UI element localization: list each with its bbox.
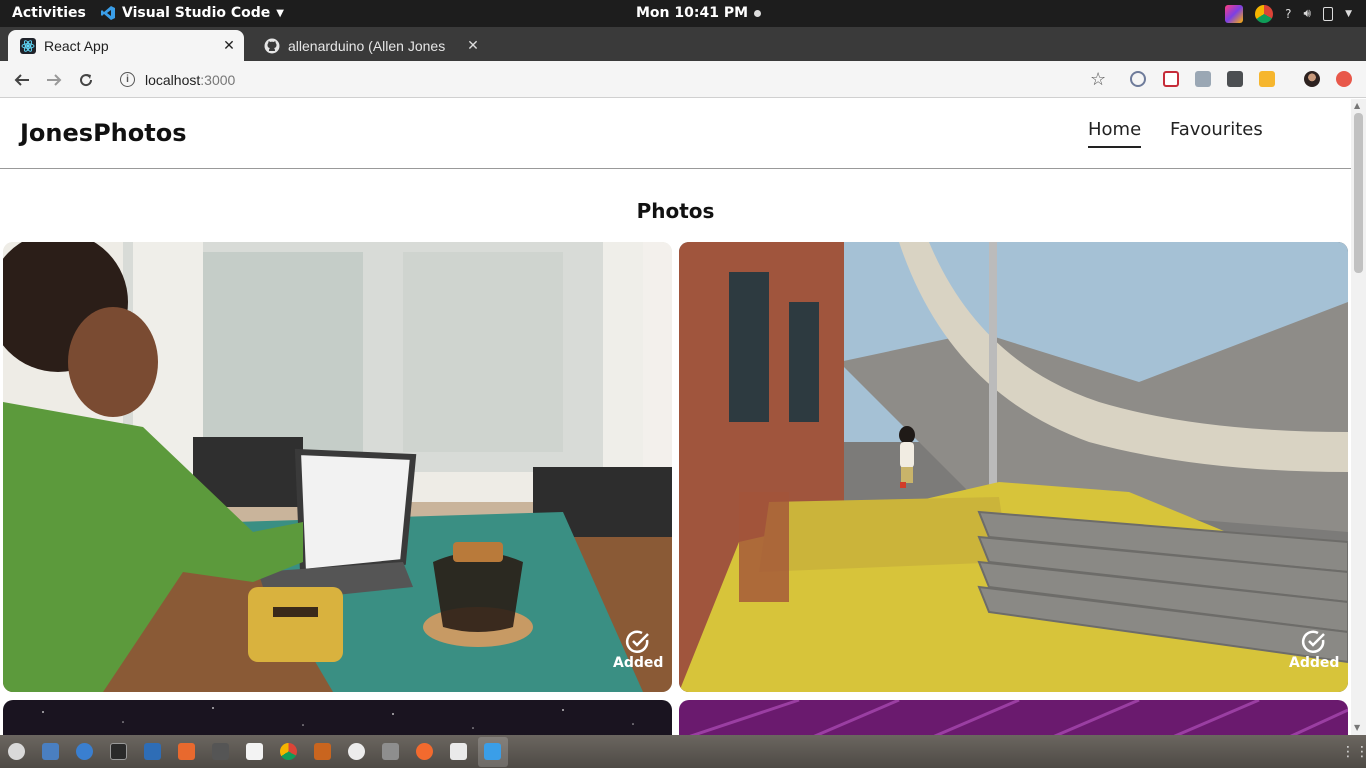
github-icon xyxy=(264,38,280,53)
jetbrains-toolbox-icon[interactable] xyxy=(1225,4,1244,23)
app-grid-icon[interactable]: ⋮⋮ xyxy=(1341,744,1366,760)
window-manager-icon[interactable] xyxy=(450,743,467,760)
clock-label: Mon 10:41 PM xyxy=(636,5,749,21)
taskbar xyxy=(0,735,1366,768)
bookmark-star-icon[interactable]: ☆ xyxy=(1090,69,1106,90)
software-center-icon[interactable] xyxy=(178,743,195,760)
chevron-down-icon[interactable]: ▼ xyxy=(1345,9,1352,19)
section-title: Photos xyxy=(636,199,715,223)
photo-woman-laptop xyxy=(3,242,672,692)
scrollbar-thumb[interactable] xyxy=(1354,113,1363,273)
system-tray: ? 🔊︎ ▼ xyxy=(1225,3,1352,24)
photo-card[interactable]: Added xyxy=(679,242,1348,692)
close-tab-icon[interactable]: ✕ xyxy=(220,37,238,54)
site-logo[interactable]: JonesPhotos xyxy=(20,119,186,147)
tab-react-app[interactable]: React App ✕ xyxy=(8,30,244,61)
nav-home-link[interactable]: Home xyxy=(1088,119,1142,148)
chrome-icon[interactable] xyxy=(280,743,297,760)
reload-icon xyxy=(80,74,93,87)
photo-card[interactable]: Added xyxy=(3,242,672,692)
update-icon[interactable] xyxy=(1336,71,1352,87)
volume-icon[interactable]: 🔊︎ xyxy=(1304,6,1312,21)
scroll-up-icon[interactable]: ▲ xyxy=(1354,101,1360,110)
help-app-icon[interactable] xyxy=(76,743,93,760)
added-label: Added xyxy=(1289,655,1340,671)
chevron-down-icon: ▼ xyxy=(276,7,284,19)
postman-icon[interactable] xyxy=(416,743,433,760)
url-port: :3000 xyxy=(200,71,236,88)
system-top-bar: Activities Visual Studio Code ▼ Mon 10:4… xyxy=(0,0,1366,27)
video-editor-icon[interactable] xyxy=(212,743,229,760)
activities-button[interactable]: Activities xyxy=(12,5,86,21)
info-icon[interactable]: i xyxy=(120,72,135,87)
close-tab-icon[interactable]: ✕ xyxy=(464,37,482,54)
profile-avatar[interactable] xyxy=(1304,71,1320,87)
page-scrollbar[interactable]: ▲ ▼ xyxy=(1351,99,1366,735)
photo-card[interactable] xyxy=(679,700,1348,735)
app-menu-label: Visual Studio Code xyxy=(122,5,271,21)
files-icon[interactable] xyxy=(144,743,161,760)
terminal-icon[interactable] xyxy=(110,743,127,760)
arrow-right-icon xyxy=(47,74,62,86)
extension-web-icon[interactable] xyxy=(1130,71,1146,87)
tab-github[interactable]: allenarduino (Allen Jones ✕ xyxy=(252,30,488,61)
nav-favourites-link[interactable]: Favourites xyxy=(1170,119,1263,140)
browser-tab-strip: React App ✕ allenarduino (Allen Jones ✕ … xyxy=(0,27,1366,80)
battery-icon[interactable] xyxy=(1323,6,1334,21)
reload-button[interactable] xyxy=(74,68,98,92)
archive-icon[interactable] xyxy=(314,743,331,760)
photo-night-sky xyxy=(3,700,672,735)
system-monitor-icon[interactable] xyxy=(8,743,25,760)
site-header: JonesPhotos Home Favourites xyxy=(0,99,1351,169)
extension-shield-icon[interactable] xyxy=(1163,71,1179,87)
amazon-icon[interactable] xyxy=(246,743,263,760)
photo-staircase-slide xyxy=(679,242,1348,692)
react-icon xyxy=(20,37,36,54)
text-editor-icon[interactable] xyxy=(42,743,59,760)
added-badge[interactable]: Added xyxy=(1289,629,1339,671)
vscode-taskbar-icon[interactable] xyxy=(484,743,501,760)
added-label: Added xyxy=(613,655,664,671)
photo-purple-lines xyxy=(679,700,1348,735)
check-circle-icon xyxy=(626,630,650,653)
scanner-icon[interactable] xyxy=(382,743,399,760)
extension-hex-icon[interactable] xyxy=(1259,71,1275,87)
extension-screen-icon[interactable] xyxy=(1227,71,1243,87)
clock[interactable]: Mon 10:41 PM xyxy=(636,5,762,21)
address-bar[interactable]: i localhost:3000 xyxy=(112,66,1120,93)
tab-title: allenarduino (Allen Jones xyxy=(288,37,446,54)
arrow-left-icon xyxy=(14,74,29,86)
help-icon[interactable]: ? xyxy=(1285,7,1291,21)
forward-button[interactable] xyxy=(42,68,66,92)
check-circle-icon xyxy=(1302,630,1326,653)
settings-icon[interactable] xyxy=(348,743,365,760)
web-page: JonesPhotos Home Favourites Photos Added… xyxy=(0,99,1351,735)
notification-dot-icon xyxy=(754,9,762,17)
extension-profile-icon[interactable] xyxy=(1195,71,1211,87)
added-badge[interactable]: Added xyxy=(613,629,663,671)
chrome-tray-icon[interactable] xyxy=(1255,4,1274,23)
scroll-down-icon[interactable]: ▼ xyxy=(1354,723,1360,732)
browser-toolbar: i localhost:3000 ☆ xyxy=(0,61,1366,98)
photo-card[interactable] xyxy=(3,700,672,735)
tab-title: React App xyxy=(44,37,109,54)
vscode-icon xyxy=(101,6,115,20)
url-host: localhost xyxy=(145,71,201,88)
back-button[interactable] xyxy=(10,68,34,92)
app-menu[interactable]: Visual Studio Code ▼ xyxy=(100,5,284,21)
